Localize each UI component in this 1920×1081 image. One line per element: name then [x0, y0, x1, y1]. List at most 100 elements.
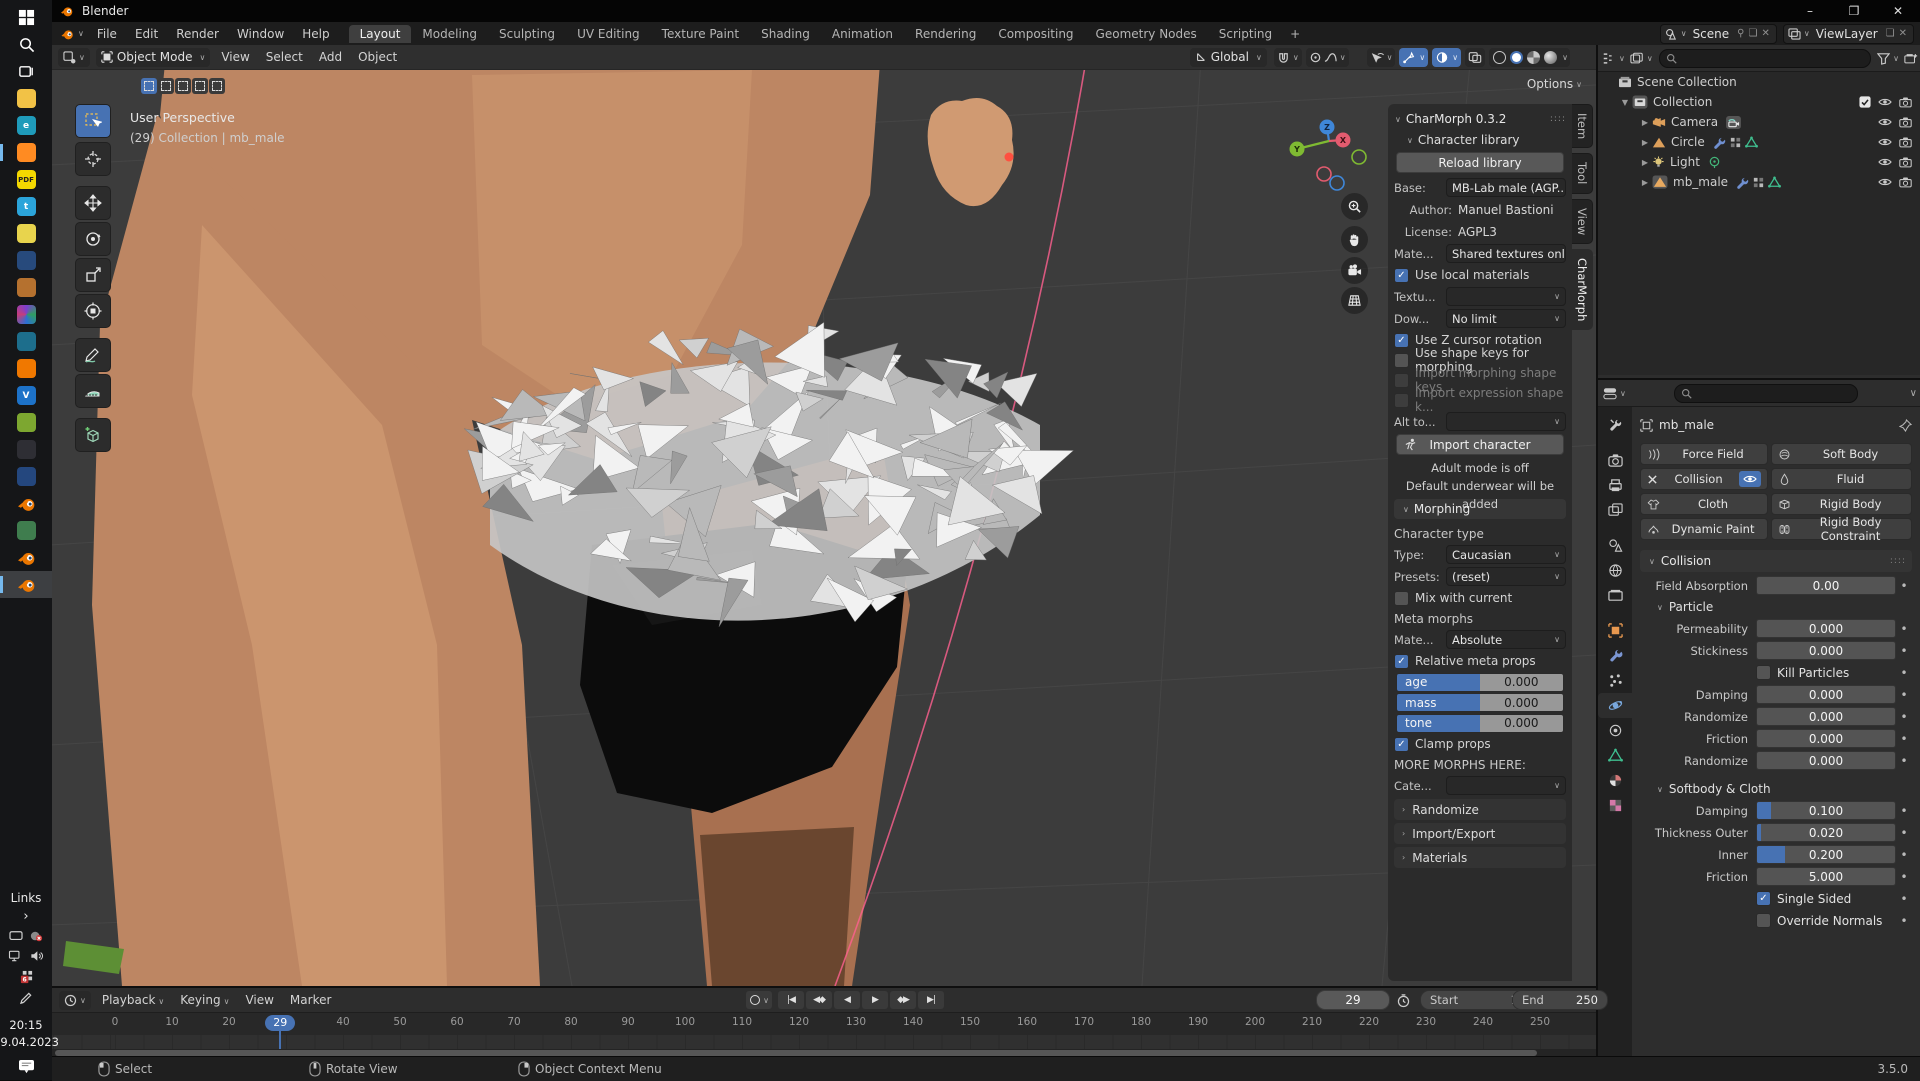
panel-particle-header[interactable]: ∨Particle [1648, 597, 1912, 617]
properties-tab-material[interactable] [1598, 768, 1632, 793]
tool-rotate[interactable] [75, 222, 111, 256]
disable-render-camera-icon[interactable] [1899, 136, 1912, 148]
panel-character-library[interactable]: ∨Character library [1394, 130, 1566, 150]
viewport-menu-object[interactable]: Object [350, 50, 405, 64]
workspace-tab-shading[interactable]: Shading [750, 25, 821, 43]
properties-tab-data[interactable] [1598, 743, 1632, 768]
transport-next-keyframe-button[interactable]: ◆▶ [890, 991, 916, 1009]
checkbox-override-normals[interactable]: Override Normals [1756, 913, 1896, 928]
expand-arrow-icon[interactable]: ▶ [1638, 158, 1652, 167]
cate-dropdown[interactable]: ∨ [1446, 776, 1566, 795]
select-mode-variant-3[interactable] [175, 78, 191, 94]
light-data-icon[interactable] [1708, 156, 1721, 169]
timeline-menu-playback[interactable]: Playback∨ [94, 993, 172, 1007]
panel-randomize-collapsed[interactable]: ›Randomize [1394, 799, 1566, 820]
workspace-tab-layout[interactable]: Layout [349, 25, 412, 43]
base-dropdown[interactable]: MB-Lab male (AGP...∨ [1446, 178, 1566, 197]
wrench-icon[interactable] [1736, 176, 1749, 189]
workspace-tab-geometry-nodes[interactable]: Geometry Nodes [1085, 25, 1208, 43]
overlays-toggle[interactable]: ∨ [1432, 48, 1461, 67]
checkbox-use-shape-keys-for-morphing-box[interactable] [1394, 353, 1409, 368]
outliner-row-circle[interactable]: ▶ Circle [1598, 132, 1920, 152]
transport-jump-end-button[interactable]: ▶| [918, 991, 944, 1009]
workspace-tab-animation[interactable]: Animation [821, 25, 904, 43]
pin-id-icon[interactable] [1899, 419, 1912, 432]
disable-render-camera-icon[interactable] [1899, 116, 1912, 128]
timeline-ruler[interactable]: 0102030405060708090100110120130140150160… [52, 1012, 1596, 1035]
mesh-data-icon[interactable] [1745, 136, 1758, 149]
timeline-menu-marker[interactable]: Marker [282, 993, 339, 1007]
maximize-button[interactable]: ❐ [1832, 0, 1876, 22]
timeline-track[interactable] [52, 1035, 1596, 1049]
properties-tab-collection[interactable] [1598, 583, 1632, 608]
tool-move[interactable] [75, 186, 111, 220]
sidebar-tab-item[interactable]: Item [1572, 104, 1593, 148]
animate-dot-icon[interactable]: • [1896, 804, 1912, 818]
hide-eye-icon[interactable] [1878, 156, 1892, 168]
camera-view-button[interactable] [1341, 257, 1368, 284]
frame-end-field[interactable]: End 250 [1512, 990, 1608, 1010]
workspace-tab-compositing[interactable]: Compositing [987, 25, 1084, 43]
animate-dot-icon[interactable]: • [1896, 870, 1912, 884]
taskbar-item-telegram[interactable]: t [0, 193, 52, 220]
field-friction-particle5[interactable]: 0.000 [1756, 729, 1896, 748]
wrench-icon[interactable] [1713, 136, 1726, 149]
animate-dot-icon[interactable]: • [1896, 732, 1912, 746]
taskbar-item-notes-app[interactable] [0, 220, 52, 247]
panel-collision-header[interactable]: ∨Collision:::: [1640, 550, 1912, 572]
unlink-scene-icon[interactable]: ✕ [1761, 28, 1769, 39]
menu-window[interactable]: Window [228, 27, 293, 41]
checkbox-clamp-props[interactable]: ✓Clamp props [1394, 734, 1566, 754]
navigation-gizmo[interactable]: Z X Y [1282, 93, 1382, 193]
checkbox-kill-particles[interactable]: Kill Particles [1756, 665, 1896, 680]
taskbar-item-task-view[interactable] [0, 58, 52, 85]
collection-checkbox-icon[interactable] [1859, 96, 1871, 108]
properties-tab-object[interactable] [1598, 618, 1632, 643]
properties-tab-constraints[interactable] [1598, 718, 1632, 743]
checkbox-relative-meta-props[interactable]: ✓Relative meta props [1394, 651, 1566, 671]
tool-scale[interactable] [75, 258, 111, 292]
taskbar-item-blender-3[interactable] [0, 571, 52, 598]
timeline-editor-type-button[interactable]: ∨ [59, 991, 91, 1010]
proportional-editing-button[interactable]: ∨ [1306, 48, 1349, 67]
properties-search-input[interactable] [1674, 384, 1858, 403]
taskbar-item-reaper[interactable] [0, 517, 52, 544]
timeline-menu-keying[interactable]: Keying∨ [172, 993, 237, 1007]
new-viewlayer-icon[interactable]: ❏ [1886, 28, 1895, 39]
dow-dropdown[interactable]: No limit∨ [1446, 309, 1566, 328]
outliner-filter-icon[interactable]: ∨ [1630, 52, 1653, 65]
outliner-filter-funnel-dropdown[interactable]: ∨ [1877, 52, 1899, 65]
field-randomize-particle4[interactable]: 0.000 [1756, 707, 1896, 726]
tool-cursor[interactable] [75, 142, 111, 176]
tool-transform[interactable] [75, 294, 111, 328]
menu-render[interactable]: Render [167, 27, 228, 41]
properties-tab-modifiers[interactable] [1598, 643, 1632, 668]
metaprop-age[interactable]: age0.000 [1396, 673, 1564, 692]
taskbar-item-firefox[interactable] [0, 139, 52, 166]
expand-arrow-icon[interactable]: ▼ [1618, 98, 1632, 107]
tray-updates-badge-icon[interactable]: 6 [19, 970, 34, 984]
field-damping-particle3[interactable]: 0.000 [1756, 685, 1896, 704]
tray-volume-icon[interactable] [29, 950, 44, 962]
viewport-menu-select[interactable]: Select [258, 50, 311, 64]
taskbar-item-start[interactable] [0, 4, 52, 31]
field-randomize-particle6[interactable]: 0.000 [1756, 751, 1896, 770]
zoom-button[interactable] [1341, 193, 1368, 220]
tray-pen-icon[interactable] [19, 992, 34, 1005]
physics-button-rigid-body[interactable]: Rigid Body [1771, 493, 1912, 515]
field-thickness-outer-softbody1[interactable]: 0.020 [1756, 823, 1896, 842]
panel-materials-collapsed[interactable]: ›Materials [1394, 847, 1566, 868]
taskbar-item-color-wheel-app[interactable] [0, 301, 52, 328]
physics-button-cloth[interactable]: Cloth [1640, 493, 1768, 515]
select-mode-variant-5[interactable] [209, 78, 225, 94]
workspace-tab-sculpting[interactable]: Sculpting [488, 25, 566, 43]
checkbox-use-z-cursor-rotation-box[interactable]: ✓ [1394, 333, 1409, 348]
pan-button[interactable] [1341, 226, 1368, 253]
transform-orientation-dropdown[interactable]: Global∨ [1190, 48, 1267, 67]
field-inner-softbody2[interactable]: 0.200 [1756, 845, 1896, 864]
modifiers-icon[interactable] [1752, 176, 1765, 189]
transport-play-reverse-button[interactable]: ◀ [834, 991, 860, 1009]
new-scene-icon[interactable]: ❏ [1748, 28, 1757, 39]
outliner-row-collection[interactable]: ▼ Collection [1598, 92, 1920, 112]
xray-toggle[interactable] [1465, 48, 1485, 67]
